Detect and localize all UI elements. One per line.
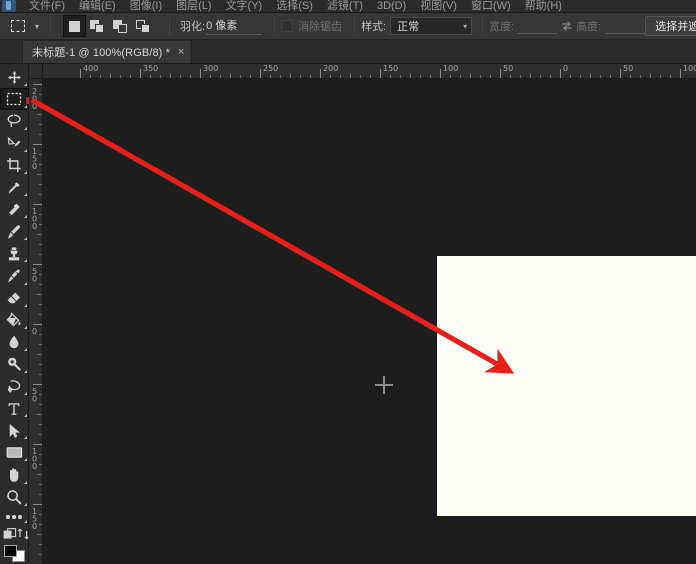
crop-tool[interactable]: [0, 154, 29, 176]
more-tools-button[interactable]: [0, 508, 29, 526]
blur-tool[interactable]: [0, 331, 29, 353]
document-artboard[interactable]: [437, 256, 696, 516]
canvas-stage[interactable]: [43, 79, 696, 564]
ruler-corner[interactable]: [29, 64, 43, 79]
ruler-label: 50: [623, 64, 634, 73]
chevron-down-icon: ▾: [463, 21, 468, 31]
brush-tool[interactable]: [0, 221, 29, 243]
ruler-label: 150: [30, 507, 39, 530]
menu-item-view[interactable]: 视图(V): [413, 0, 464, 12]
ruler-label: 300: [203, 64, 219, 73]
color-swatches[interactable]: [0, 544, 29, 564]
ruler-label: 0: [563, 64, 569, 73]
foreground-color-swatch[interactable]: [3, 545, 17, 558]
document-tab[interactable]: 未标题-1 @ 100%(RGB/8) * ×: [22, 40, 193, 63]
lasso-tool[interactable]: [0, 110, 29, 132]
ruler-label: 400: [83, 64, 99, 73]
width-input[interactable]: [518, 18, 559, 34]
menu-item-help[interactable]: 帮助(H): [518, 0, 569, 12]
crosshair-cursor: [375, 376, 393, 394]
menu-item-file[interactable]: 文件(F): [22, 0, 72, 12]
screen-mode-icon[interactable]: [17, 528, 30, 543]
menu-item-type[interactable]: 文字(Y): [219, 0, 270, 12]
dodge-tool[interactable]: [0, 353, 29, 375]
options-bar: ▾ 羽化: 0 像素 消除锯齿 样式: 正常 ▾ 宽度: 高度: 选择并遮: [0, 13, 696, 40]
quick-mask-icon[interactable]: [3, 527, 17, 543]
style-select[interactable]: 正常 ▾: [390, 17, 473, 35]
intersect-with-selection-button[interactable]: [132, 15, 155, 37]
document-tab-bar: 未标题-1 @ 100%(RGB/8) * ×: [0, 40, 696, 64]
history-brush-tool[interactable]: [0, 265, 29, 287]
menu-item-select[interactable]: 选择(S): [269, 0, 320, 12]
move-tool[interactable]: [0, 66, 29, 88]
style-select-value: 正常: [397, 21, 420, 33]
divider: [169, 17, 170, 35]
vertical-ruler[interactable]: 200 150 100 50 0 50 100 150: [29, 79, 43, 564]
path-selection-tool[interactable]: [0, 420, 29, 442]
gradient-tool[interactable]: [0, 309, 29, 331]
horizontal-ruler[interactable]: 400 350 300 250 200 150 100 50 0 50 100: [43, 64, 696, 79]
menu-item-edit[interactable]: 编辑(E): [72, 0, 123, 12]
ruler-label: 200: [30, 87, 39, 110]
ruler-label: 100: [443, 64, 459, 73]
subtract-from-selection-button[interactable]: [109, 15, 132, 37]
photoshop-window: 文件(F) 编辑(E) 图像(I) 图层(L) 文字(Y) 选择(S) 滤镜(T…: [0, 0, 696, 564]
height-input[interactable]: [605, 18, 646, 34]
antialias-checkbox[interactable]: [281, 20, 294, 32]
ruler-label: 250: [263, 64, 279, 73]
quick-selection-tool[interactable]: [0, 132, 29, 154]
menu-item-filter[interactable]: 滤镜(T): [320, 0, 370, 12]
ruler-label: 0: [30, 327, 39, 335]
menu-item-image[interactable]: 图像(I): [123, 0, 169, 12]
eyedropper-tool[interactable]: [0, 177, 29, 199]
eraser-tool[interactable]: [0, 287, 29, 309]
select-and-mask-button[interactable]: 选择并遮住: [645, 16, 696, 36]
ruler-label: 50: [30, 267, 39, 282]
rectangular-marquee-icon[interactable]: [6, 15, 30, 37]
divider: [354, 17, 356, 35]
document-tab-title: 未标题-1 @ 100%(RGB/8) *: [32, 47, 170, 59]
spot-healing-brush-tool[interactable]: [0, 199, 29, 221]
ruler-label: 100: [30, 207, 39, 230]
tool-panel: [0, 64, 29, 564]
divider: [274, 17, 276, 35]
close-icon[interactable]: ×: [178, 46, 184, 58]
zoom-tool[interactable]: [0, 486, 29, 508]
height-label: 高度:: [576, 21, 602, 33]
rectangular-marquee-tool[interactable]: [0, 88, 29, 111]
ruler-label: 150: [383, 64, 399, 73]
chevron-down-icon[interactable]: ▾: [30, 15, 44, 37]
type-tool[interactable]: [0, 398, 29, 420]
ruler-label: 50: [30, 387, 39, 402]
divider: [50, 17, 51, 35]
feather-label: 羽化:: [180, 21, 206, 33]
hand-tool[interactable]: [0, 464, 29, 486]
photoshop-logo-icon: [2, 0, 16, 12]
mode-row: [0, 526, 29, 545]
menu-item-layer[interactable]: 图层(L): [169, 0, 218, 12]
selection-mode-group: [63, 15, 155, 37]
clone-stamp-tool[interactable]: [0, 243, 29, 265]
new-selection-button[interactable]: [63, 15, 86, 37]
add-to-selection-button[interactable]: [86, 15, 109, 37]
divider: [482, 17, 484, 35]
ruler-label: 100: [30, 447, 39, 470]
menu-item-3d[interactable]: 3D(D): [370, 0, 413, 12]
antialias-label: 消除锯齿: [298, 21, 343, 33]
ruler-label: 350: [143, 64, 159, 73]
style-label: 样式:: [361, 21, 387, 33]
ruler-label: 150: [30, 147, 39, 170]
pen-tool[interactable]: [0, 376, 29, 398]
rectangle-tool[interactable]: [0, 442, 29, 464]
menu-bar: 文件(F) 编辑(E) 图像(I) 图层(L) 文字(Y) 选择(S) 滤镜(T…: [0, 0, 696, 13]
ruler-label: 200: [323, 64, 339, 73]
ruler-label: 50: [503, 64, 514, 73]
ruler-label: 100: [683, 64, 696, 73]
width-label: 宽度:: [489, 21, 515, 33]
feather-input[interactable]: 0 像素: [206, 17, 263, 35]
swap-dimensions-icon[interactable]: [558, 17, 576, 35]
menu-item-window[interactable]: 窗口(W): [464, 0, 518, 12]
